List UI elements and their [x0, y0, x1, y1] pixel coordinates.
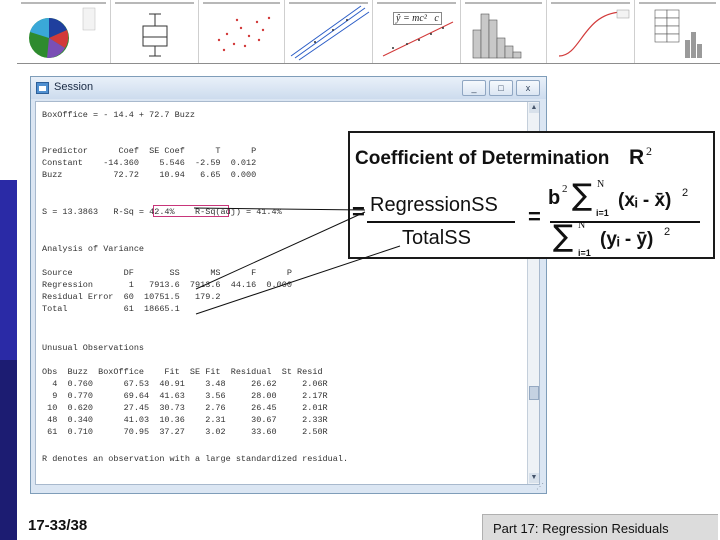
footer-caption: Part 17: Regression Residuals: [493, 521, 669, 536]
pointer-lines: [193, 207, 401, 315]
slide-number: 17-33/38: [28, 517, 88, 534]
footer-caption-box: Part 17: Regression Residuals: [482, 514, 718, 540]
pointer-line-rsq: [193, 207, 366, 211]
pointer-line-regression: [195, 211, 366, 290]
pointer-line-total: [195, 245, 401, 315]
